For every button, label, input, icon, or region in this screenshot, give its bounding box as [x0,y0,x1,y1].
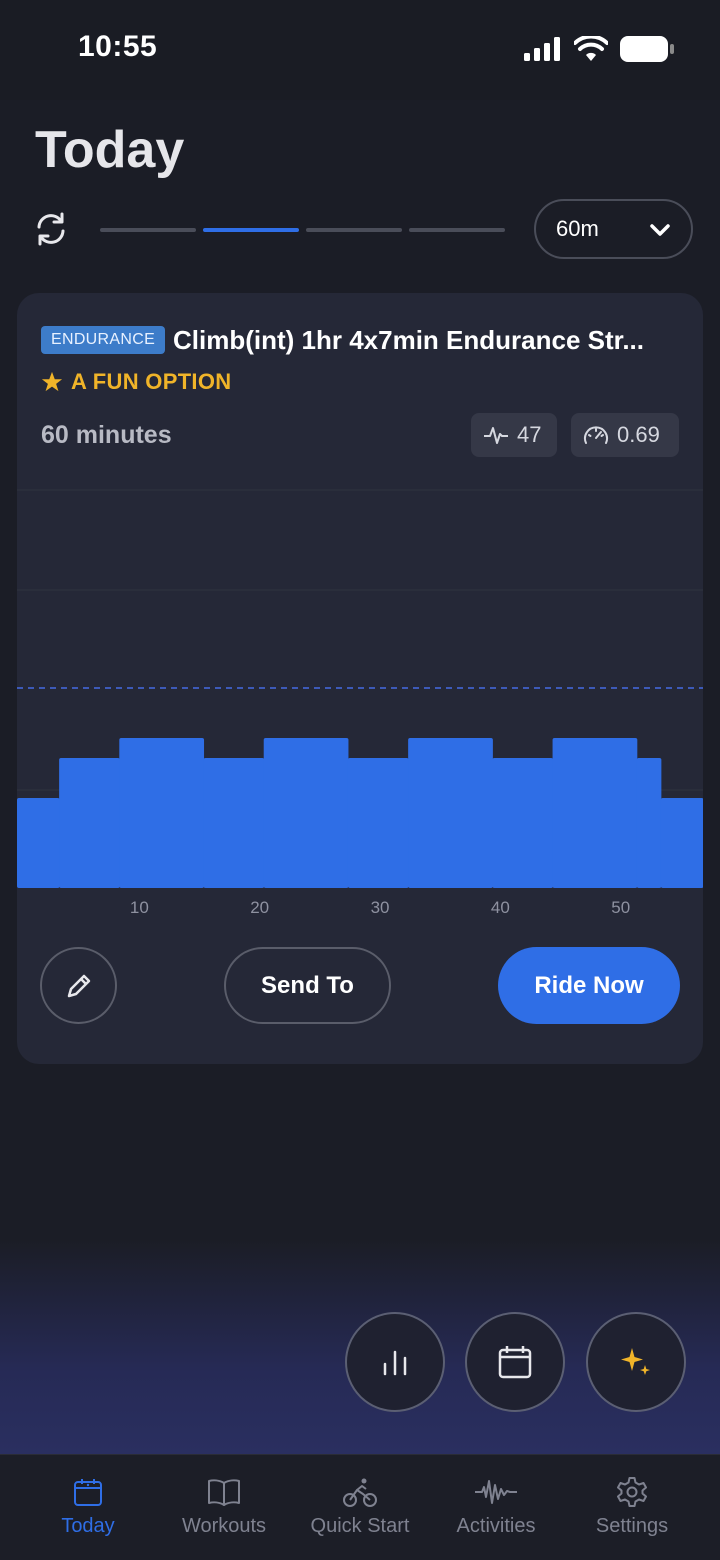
pencil-icon [67,974,90,997]
interval-block [492,758,554,888]
tss-value: 47 [517,422,542,447]
x-tick-label: 30 [370,898,390,917]
tss-stat: 47 [471,413,557,457]
intensity-stat: 0.69 [571,413,679,457]
x-tick-label: 50 [611,898,631,917]
tab-label: Activities [456,1515,536,1537]
interval-block [17,798,60,888]
tab-label: Workouts [181,1515,267,1537]
workout-title: Climb(int) 1hr 4x7min Endurance Str... [173,325,644,355]
tab-label: Settings [595,1515,669,1537]
workout-tag-label: A FUN OPTION [71,369,232,394]
send-to-button[interactable]: Send To [224,947,391,1024]
calendar-icon [498,1346,532,1379]
tab-label: Today [61,1515,115,1537]
workout-profile-chart [17,483,703,893]
today-screen: 10:55 Today 60m ENDURANCE Climb(int) 1hr… [0,0,720,1560]
heartbeat-icon [484,427,508,444]
x-tick-label: 20 [250,898,270,917]
status-time: 10:55 [78,30,158,63]
tab-quick-start[interactable]: Quick Start [292,1475,428,1538]
wifi-icon [574,36,608,61]
tab-workouts[interactable]: Workouts [156,1475,292,1538]
refresh-icon [37,212,65,246]
interval-block [408,738,493,888]
interval-block [119,738,205,888]
ride-now-button[interactable]: Ride Now [498,947,680,1024]
calendar-icon [74,1479,102,1506]
workout-tag: A FUN OPTION [41,369,231,395]
edit-button[interactable] [40,947,117,1024]
indicator-segment-active [203,228,299,232]
intensity-value: 0.69 [617,422,660,447]
workout-duration: 60 minutes [41,421,172,449]
interval-block [636,758,662,888]
sparkle-icon [621,1348,650,1375]
workout-profile-svg [17,489,703,888]
indicator-segment [100,228,196,232]
workout-carousel-indicator [100,228,505,232]
ai-suggest-button[interactable] [586,1312,686,1412]
duration-select-value: 60m [556,216,599,241]
interval-block [59,758,120,888]
interval-block [347,758,409,888]
workout-card[interactable]: ENDURANCE Climb(int) 1hr 4x7min Enduranc… [17,293,703,1064]
gear-icon [617,1477,647,1507]
bar-chart-icon [383,1350,407,1376]
tab-bar: Today Workouts Quick Start Activities Se… [0,1454,720,1560]
cyclist-icon [343,1478,377,1507]
speedometer-icon [584,426,608,444]
tab-activities[interactable]: Activities [428,1475,564,1538]
waveform-icon [475,1480,517,1504]
status-icons [524,34,674,64]
interval-block [660,798,703,888]
refresh-button[interactable] [30,208,72,250]
tab-today[interactable]: Today [20,1475,156,1538]
page-title: Today [35,121,185,179]
interval-block [263,738,349,888]
category-badge: ENDURANCE [41,326,166,354]
duration-select[interactable]: 60m [534,199,693,259]
calendar-button[interactable] [465,1312,565,1412]
interval-block [203,758,265,888]
stats-button[interactable] [345,1312,445,1412]
tab-label: Quick Start [310,1515,410,1537]
x-tick-label: 10 [129,898,149,917]
indicator-segment [306,228,402,232]
battery-icon [620,36,674,62]
tab-settings[interactable]: Settings [564,1475,700,1538]
book-icon [208,1479,240,1506]
chevron-down-icon [650,224,670,236]
star-icon [41,371,63,392]
indicator-segment [409,228,505,232]
signal-icon [524,37,560,61]
status-bar: 10:55 [0,0,720,100]
x-tick-label: 40 [490,898,510,917]
interval-block [552,738,638,888]
